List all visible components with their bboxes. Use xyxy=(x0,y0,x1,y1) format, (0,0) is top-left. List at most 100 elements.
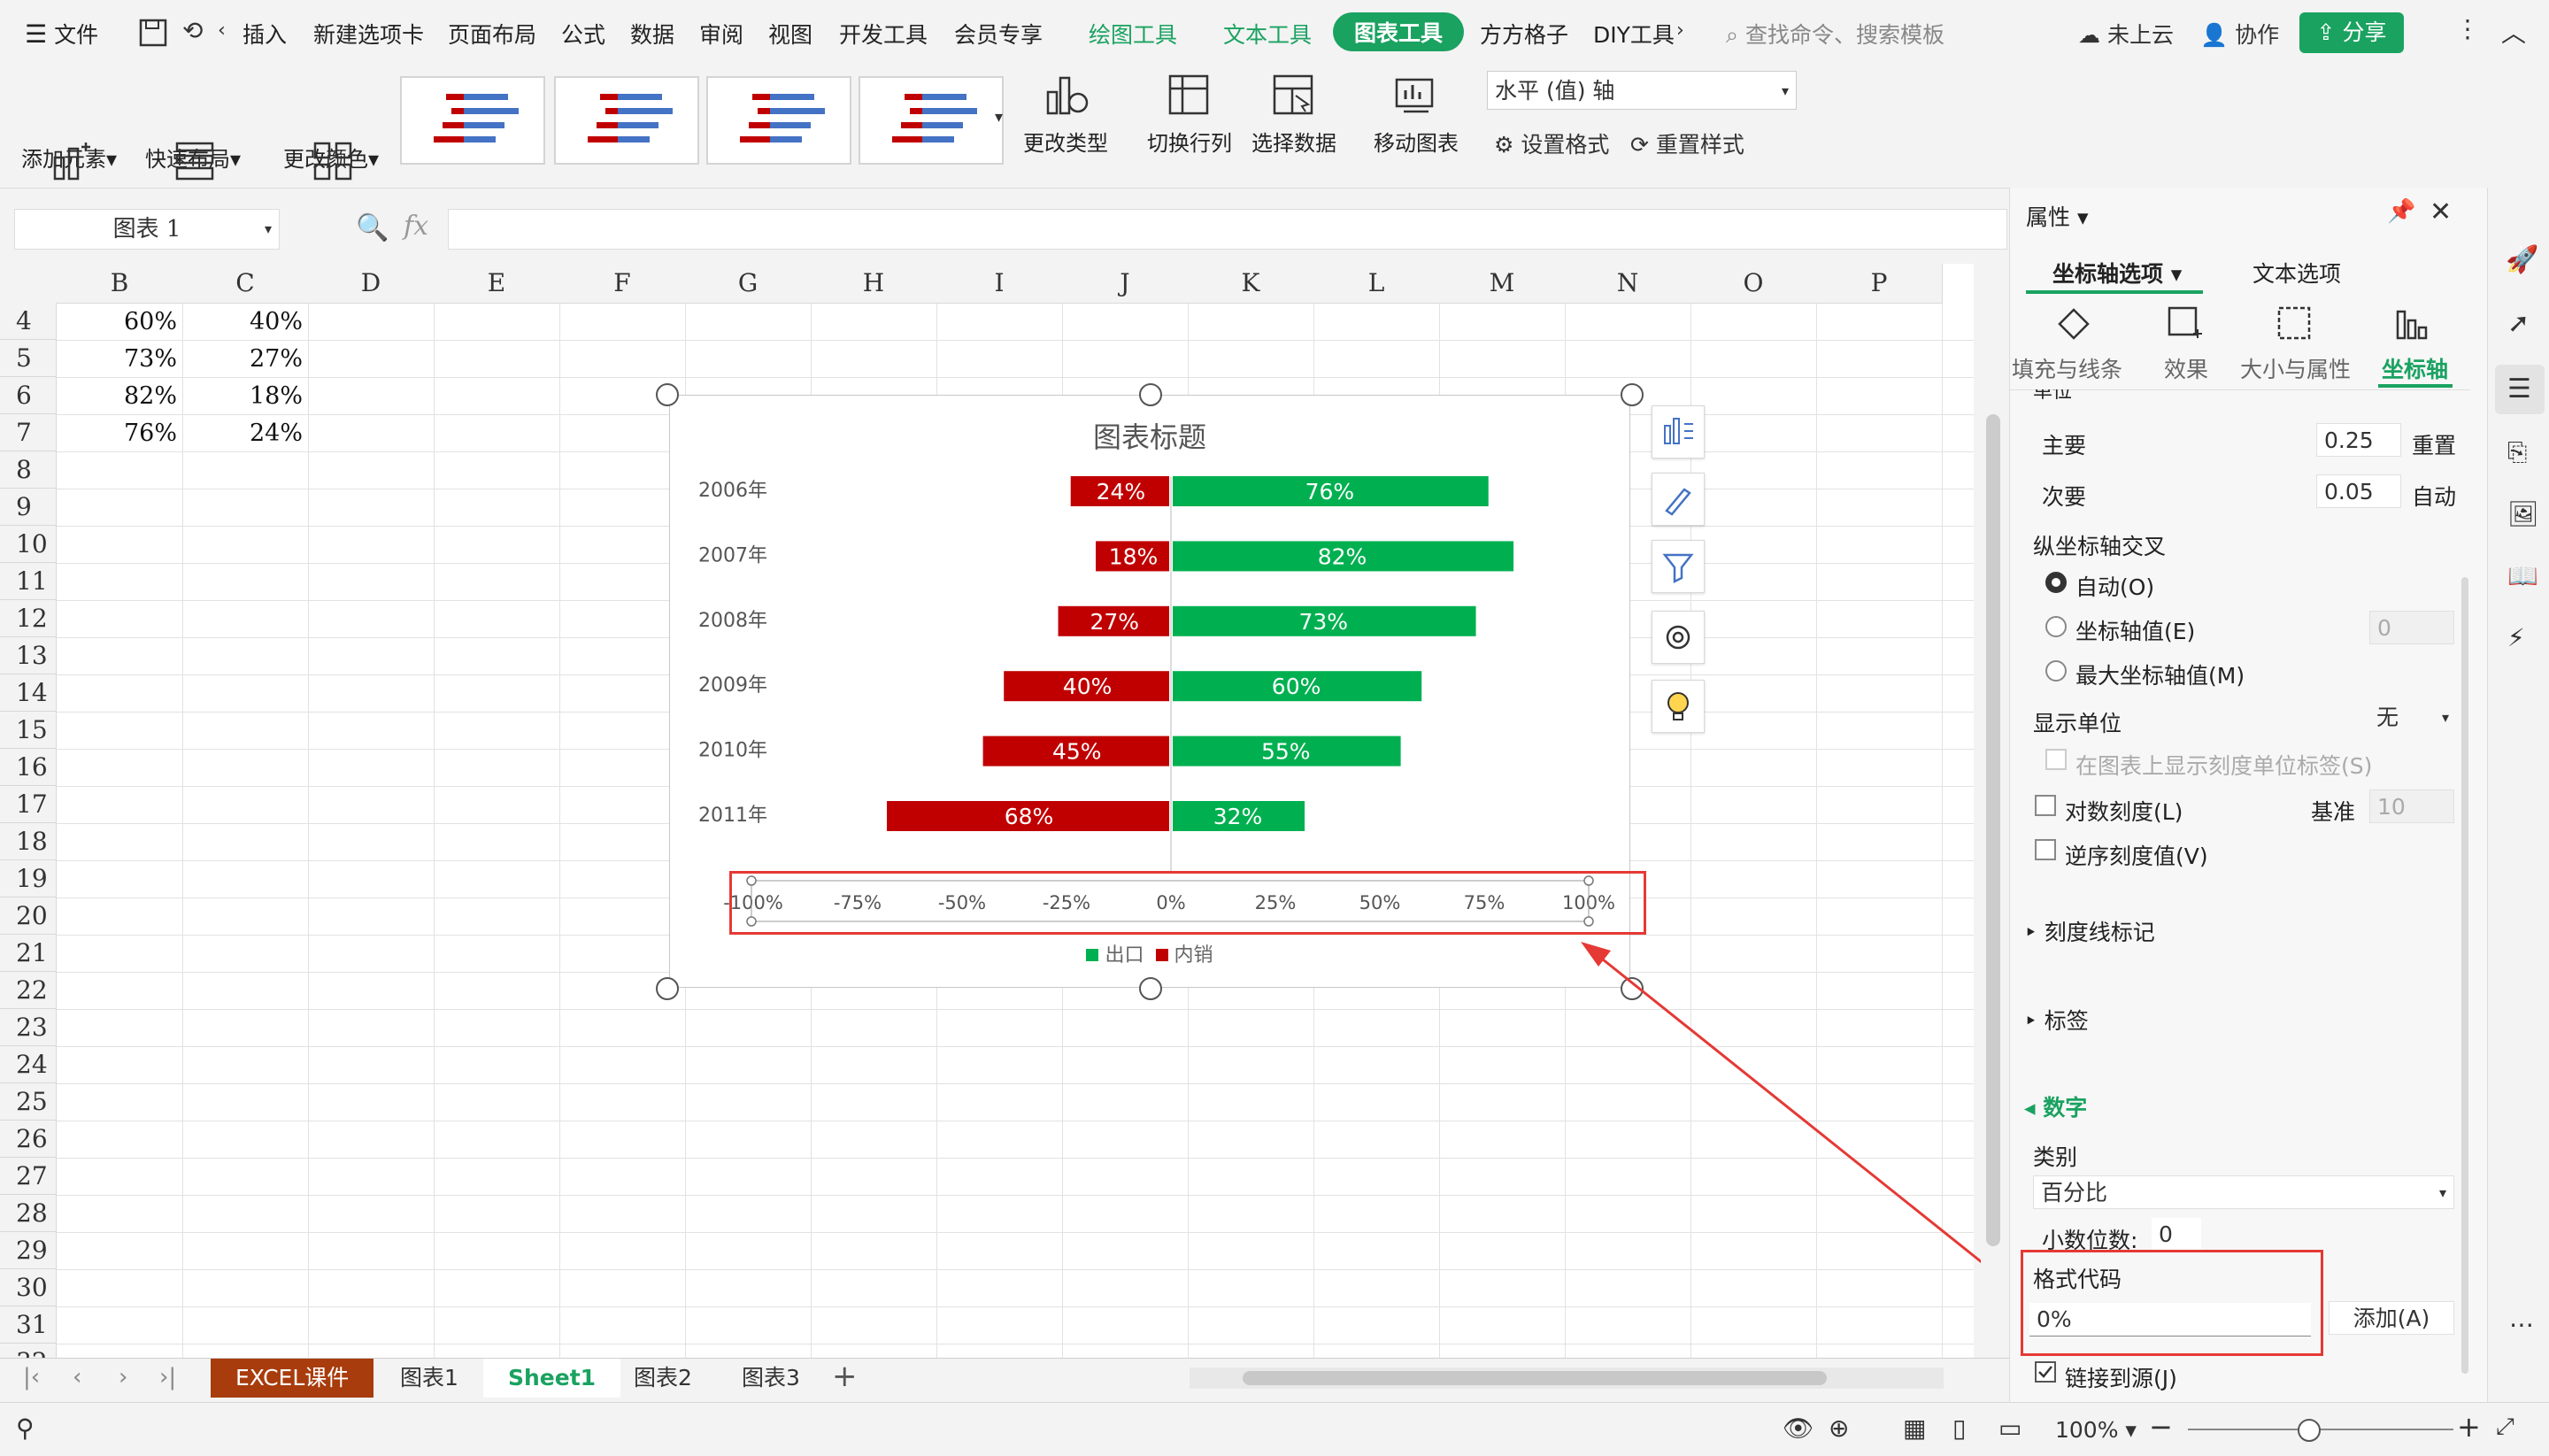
column-header[interactable]: M xyxy=(1439,264,1566,304)
row-header[interactable]: 13 xyxy=(0,637,57,674)
category-label[interactable]: 2007年 xyxy=(698,544,767,566)
cross-value-radio[interactable] xyxy=(2045,616,2067,637)
tab-diy[interactable]: DIY工具 xyxy=(1593,18,1675,50)
tab-review[interactable]: 审阅 xyxy=(699,18,743,50)
tab-drawing-tools[interactable]: 绘图工具 xyxy=(1089,18,1177,50)
column-header[interactable]: I xyxy=(936,264,1063,304)
last-sheet-icon[interactable]: ›| xyxy=(159,1364,176,1391)
data-label-domestic[interactable]: 18% xyxy=(1109,543,1159,569)
decimals-input[interactable]: 0 xyxy=(2152,1218,2201,1252)
collapse-ribbon-icon[interactable]: ︿ xyxy=(2501,14,2526,50)
chart-settings-icon[interactable] xyxy=(1652,611,1705,664)
zoom-icon[interactable]: 🔍 xyxy=(356,212,389,243)
row-header[interactable]: 8 xyxy=(0,451,57,489)
row-header[interactable]: 12 xyxy=(0,600,57,637)
row-header[interactable]: 9 xyxy=(0,489,57,526)
subtab-axis[interactable]: 坐标轴 xyxy=(2382,352,2448,384)
sheet-tab-chart1[interactable]: 图表1 xyxy=(375,1359,483,1398)
row-header[interactable]: 5 xyxy=(0,340,57,377)
column-header[interactable]: K xyxy=(1188,264,1314,304)
minor-unit-input[interactable]: 0.05 xyxy=(2316,474,2401,508)
category-select[interactable]: 百分比 ▾ xyxy=(2033,1175,2454,1209)
grid-hscroll[interactable] xyxy=(1190,1367,1944,1389)
sheet-tab-chart2[interactable]: 图表2 xyxy=(609,1359,717,1398)
column-header[interactable]: F xyxy=(559,264,686,304)
reverse-checkbox[interactable] xyxy=(2035,839,2056,860)
chart-filter-icon[interactable] xyxy=(1652,540,1705,593)
tab-member[interactable]: 会员专享 xyxy=(954,18,1043,50)
tab-view[interactable]: 视图 xyxy=(768,18,812,50)
data-label-export[interactable]: 82% xyxy=(1318,543,1367,569)
subtab-size-property[interactable]: 大小与属性 xyxy=(2240,352,2351,384)
change-type-button[interactable]: 更改类型 xyxy=(1023,126,1108,157)
chart-idea-bulb-icon[interactable] xyxy=(1652,680,1705,733)
undo-icon[interactable]: ⟲ xyxy=(182,16,203,45)
tab-ffgz[interactable]: 方方格子 xyxy=(1480,18,1568,50)
column-header[interactable]: D xyxy=(308,264,435,304)
translate-icon[interactable]: ⎘ xyxy=(2507,437,2527,467)
cloud-status[interactable]: ☁ 未上云 xyxy=(2078,18,2174,50)
table-cell[interactable]: 40% xyxy=(182,308,303,335)
eye-protect-icon[interactable]: 👁 xyxy=(1783,1414,1814,1443)
page-view-icon[interactable]: ▯ xyxy=(1952,1414,1966,1443)
log-scale-label[interactable]: 对数刻度(L) xyxy=(2065,795,2183,827)
row-header[interactable]: 19 xyxy=(0,860,57,897)
row-header[interactable]: 7 xyxy=(0,414,57,451)
subtab-effect[interactable]: 效果 xyxy=(2164,352,2208,384)
row-header[interactable]: 32 xyxy=(0,1344,57,1358)
row-header[interactable]: 21 xyxy=(0,935,57,972)
format-code-input[interactable]: 0% xyxy=(2029,1303,2311,1337)
hscroll-thumb[interactable] xyxy=(1243,1371,1827,1385)
set-format-button[interactable]: ⚙ 设置格式 xyxy=(1494,127,1609,159)
column-header[interactable]: C xyxy=(182,264,309,304)
column-header[interactable]: L xyxy=(1313,264,1440,304)
chart-style-1[interactable] xyxy=(400,76,545,165)
table-cell[interactable]: 18% xyxy=(182,382,303,410)
data-label-domestic[interactable]: 24% xyxy=(1097,479,1146,505)
cross-max-label[interactable]: 最大坐标轴值(M) xyxy=(2075,659,2245,690)
subtab-fill-line[interactable]: 填充与线条 xyxy=(2012,352,2122,384)
row-header[interactable]: 23 xyxy=(0,1009,57,1046)
prev-sheet-icon[interactable]: ‹ xyxy=(73,1364,81,1391)
axis-selector[interactable]: 水平 (值) 轴 ▾ xyxy=(1487,71,1797,110)
panel-scrollbar[interactable] xyxy=(2461,577,2468,1374)
data-label-domestic[interactable]: 45% xyxy=(1052,739,1102,765)
pin-icon[interactable]: 📌 xyxy=(2387,198,2415,225)
property-tool-active[interactable]: ☰ xyxy=(2495,365,2545,414)
log-scale-checkbox[interactable] xyxy=(2035,795,2056,816)
sheet-tab-sheet1[interactable]: Sheet1 xyxy=(483,1359,621,1398)
tab-developer[interactable]: 开发工具 xyxy=(839,18,928,50)
zoom-slider-track[interactable] xyxy=(2188,1429,2453,1430)
book-view-icon[interactable]: ▭ xyxy=(1998,1414,2021,1443)
chart-style-brush-icon[interactable] xyxy=(1652,473,1705,526)
rocket-icon[interactable]: 🚀 xyxy=(2506,244,2538,275)
file-menu[interactable]: ☰ 文件 xyxy=(25,18,98,50)
tab-axis-options[interactable]: 坐标轴选项 ▾ xyxy=(2052,257,2182,289)
select-data-button[interactable]: 选择数据 xyxy=(1251,126,1336,157)
image-icon[interactable]: 🖼 xyxy=(2507,499,2539,528)
row-header[interactable]: 20 xyxy=(0,897,57,935)
category-label[interactable]: 2006年 xyxy=(698,480,767,502)
row-header[interactable]: 11 xyxy=(0,563,57,600)
minor-auto-button[interactable]: 自动 xyxy=(2412,480,2456,512)
row-header[interactable]: 18 xyxy=(0,823,57,860)
labels-section[interactable]: ‣ 标签 xyxy=(2024,1004,2089,1036)
link-source-label[interactable]: 链接到源(J) xyxy=(2065,1361,2177,1393)
layout-icon[interactable]: ⊕ xyxy=(1829,1414,1849,1443)
tab-formula[interactable]: 公式 xyxy=(561,18,605,50)
cross-value-label[interactable]: 坐标轴值(E) xyxy=(2075,614,2195,646)
row-header[interactable]: 16 xyxy=(0,749,57,786)
chart-style-4[interactable] xyxy=(859,76,1004,165)
more-dots-icon[interactable]: ⋯ xyxy=(2509,1310,2534,1339)
tab-data[interactable]: 数据 xyxy=(630,18,674,50)
row-header[interactable]: 29 xyxy=(0,1232,57,1269)
table-cell[interactable]: 24% xyxy=(182,420,303,447)
column-header[interactable]: N xyxy=(1565,264,1691,304)
category-label[interactable]: 2008年 xyxy=(698,610,767,632)
resize-handle-tc[interactable] xyxy=(1139,383,1162,406)
share-button[interactable]: ⇪ 分享 xyxy=(2299,12,2404,53)
grid-vscroll[interactable] xyxy=(1981,264,2006,1358)
move-chart-button[interactable]: 移动图表 xyxy=(1374,126,1459,157)
column-header[interactable]: O xyxy=(1690,264,1817,304)
base-input[interactable]: 10 xyxy=(2369,790,2454,823)
